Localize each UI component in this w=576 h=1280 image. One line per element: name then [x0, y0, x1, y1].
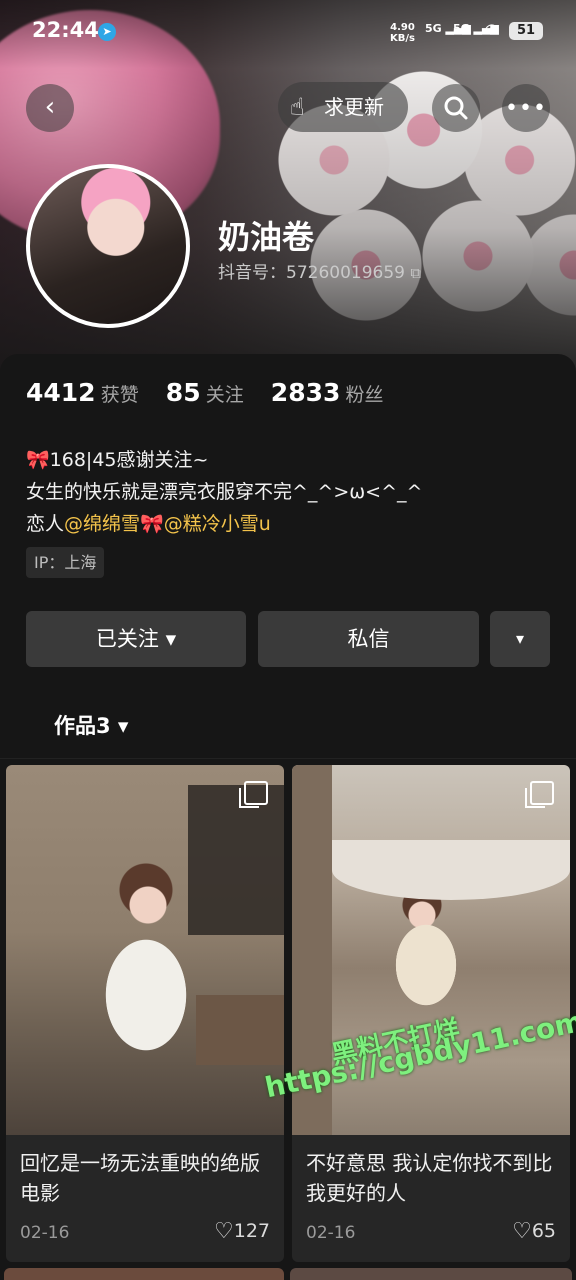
heart-icon: ♡ — [512, 1219, 532, 1244]
mention-link-1[interactable]: @绵绵雪 — [64, 513, 140, 535]
bio-line-2: 女生的快乐就是漂亮衣服穿不完^_^>ω<^_^ — [26, 481, 423, 503]
work-thumbnail-1 — [6, 765, 284, 1135]
work-date-1: 02-16 — [20, 1223, 70, 1243]
hand-point-icon: ☝ — [290, 93, 305, 121]
avatar[interactable] — [26, 164, 190, 328]
telegram-icon: ➤ — [98, 23, 116, 41]
multi-image-icon — [525, 781, 554, 808]
back-button[interactable]: ‹ — [26, 84, 74, 132]
work-title-2: 不好意思 我认定你找不到比我更好的人 — [306, 1151, 553, 1205]
request-update-button[interactable]: ☝ 求更新 — [278, 82, 408, 132]
mention-link-2[interactable]: @糕冷小雪u — [164, 513, 271, 535]
following-button[interactable]: 已关注 ▾ — [26, 611, 246, 667]
more-dots-icon: ••• — [505, 96, 547, 121]
net-speed: 4.90 KB/s — [390, 22, 415, 44]
multi-image-icon — [239, 781, 268, 808]
next-row-card-peek — [4, 1268, 284, 1280]
nickname: 奶油卷 — [218, 218, 315, 256]
heart-icon: ♡ — [214, 1219, 234, 1244]
search-icon — [444, 96, 468, 120]
bio: 🎀168|45感谢关注~ 女生的快乐就是漂亮衣服穿不完^_^>ω<^_^ 恋人@… — [26, 444, 556, 540]
more-actions-button[interactable]: ▾ — [490, 611, 550, 667]
work-likes-2[interactable]: ♡65 — [512, 1219, 556, 1244]
tab-works[interactable]: 作品3 ▾ — [54, 710, 128, 740]
bio-line-3: 恋人@绵绵雪🎀@糕冷小雪u — [26, 513, 271, 535]
wifi-icon: ◠ — [484, 20, 500, 41]
stat-followers[interactable]: 2833 粉丝 — [271, 378, 384, 407]
message-button[interactable]: 私信 — [258, 611, 479, 667]
work-likes-1[interactable]: ♡127 — [214, 1219, 270, 1244]
request-update-label: 求更新 — [324, 95, 384, 119]
douyin-id[interactable]: 抖音号：57260019659 ⧉ — [218, 258, 421, 283]
ip-location-tag: IP：上海 — [26, 547, 105, 578]
work-title-1: 回忆是一场无法重映的绝版电影 — [20, 1151, 260, 1205]
next-row-card-peek — [290, 1268, 572, 1280]
work-card-1[interactable]: 回忆是一场无法重映的绝版电影 02-16 ♡127 — [6, 765, 284, 1262]
stat-following[interactable]: 85 关注 — [166, 378, 244, 407]
bio-line-1: 🎀168|45感谢关注~ — [26, 449, 209, 471]
copy-icon[interactable]: ⧉ — [410, 264, 421, 282]
back-icon: ‹ — [44, 92, 56, 122]
stat-likes[interactable]: 4412 获赞 — [26, 378, 139, 407]
stats-row: 4412 获赞 85 关注 2833 粉丝 — [26, 378, 384, 418]
more-button[interactable]: ••• — [502, 84, 550, 132]
status-time: 22:44 — [32, 18, 99, 42]
work-date-2: 02-16 — [306, 1223, 356, 1243]
status-bar: 22:44 ➤ 4.90 KB/s 5G ▂▄▆ 5G ▂▄▆ ◠ 51 — [0, 18, 576, 52]
battery-indicator: 51 — [509, 22, 543, 40]
search-button[interactable] — [432, 84, 480, 132]
